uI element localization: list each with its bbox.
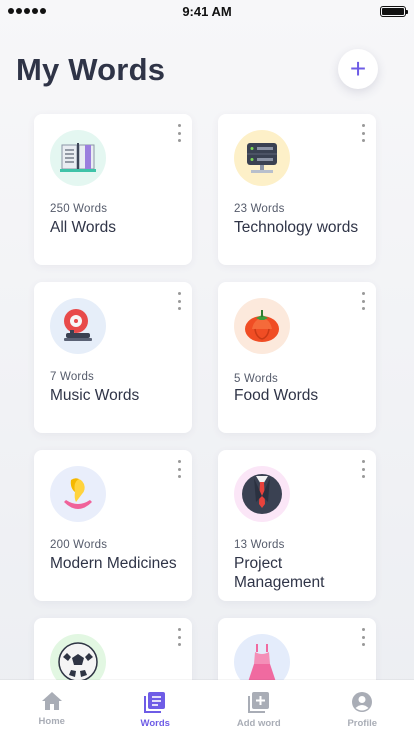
tab-label: Home (38, 716, 65, 727)
category-name: Music Words (50, 387, 140, 404)
category-word-count: 13 Words (234, 539, 285, 551)
more-options-icon[interactable] (176, 292, 182, 310)
category-card-food-words[interactable]: 5 Words Food Words (218, 282, 376, 433)
category-name: Technology words (234, 219, 359, 236)
category-name: Modern Medicines (50, 555, 177, 572)
category-card-music-words[interactable]: 7 Words Music Words (34, 282, 192, 433)
tab-add-word[interactable]: Add word (207, 680, 311, 736)
category-card-modern-medicines[interactable]: 200 Words Modern Medicines (34, 450, 192, 601)
server-icon (234, 130, 290, 186)
tab-label: Profile (347, 718, 378, 729)
status-time: 9:41 AM (182, 3, 232, 19)
category-name: Project Management (234, 555, 325, 591)
category-word-count: 200 Words (50, 539, 108, 551)
tomato-icon (234, 298, 290, 354)
category-card-technology-words[interactable]: 23 Words Technology words (218, 114, 376, 265)
gramophone-icon (50, 298, 106, 354)
add-word-icon (247, 692, 269, 713)
tab-home[interactable]: Home (0, 680, 104, 736)
home-icon (41, 692, 62, 710)
more-options-icon[interactable] (360, 124, 366, 142)
page-title: My Words (16, 52, 166, 87)
category-name: Food Words (234, 387, 319, 404)
category-word-count: 5 Words (234, 373, 279, 385)
tooth-icon (50, 466, 106, 522)
more-options-icon[interactable] (360, 628, 366, 646)
more-options-icon[interactable] (360, 292, 366, 310)
category-word-count: 250 Words (50, 203, 108, 215)
tab-profile[interactable]: Profile (311, 680, 414, 736)
suit-icon (234, 466, 290, 522)
category-name: All Words (50, 219, 117, 236)
more-options-icon[interactable] (360, 460, 366, 478)
tab-words[interactable]: Words (104, 680, 208, 736)
category-word-count: 7 Words (50, 371, 95, 383)
tab-label: Add word (236, 718, 281, 729)
status-bar: 9:41 AM (0, 0, 414, 22)
battery-icon (380, 5, 408, 17)
words-icon (144, 692, 166, 713)
profile-icon (352, 692, 373, 712)
bottom-tab-bar: Home Words Add word Profile (0, 680, 414, 736)
more-options-icon[interactable] (176, 460, 182, 478)
add-category-button[interactable]: + (338, 49, 378, 89)
category-card-project-management[interactable]: 13 Words Project Management (218, 450, 376, 601)
tab-label: Words (140, 718, 170, 729)
more-options-icon[interactable] (176, 628, 182, 646)
book-icon (50, 130, 106, 186)
more-options-icon[interactable] (176, 124, 182, 142)
category-card-all-words[interactable]: 250 Words All Words (34, 114, 192, 265)
category-word-count: 23 Words (234, 203, 285, 215)
